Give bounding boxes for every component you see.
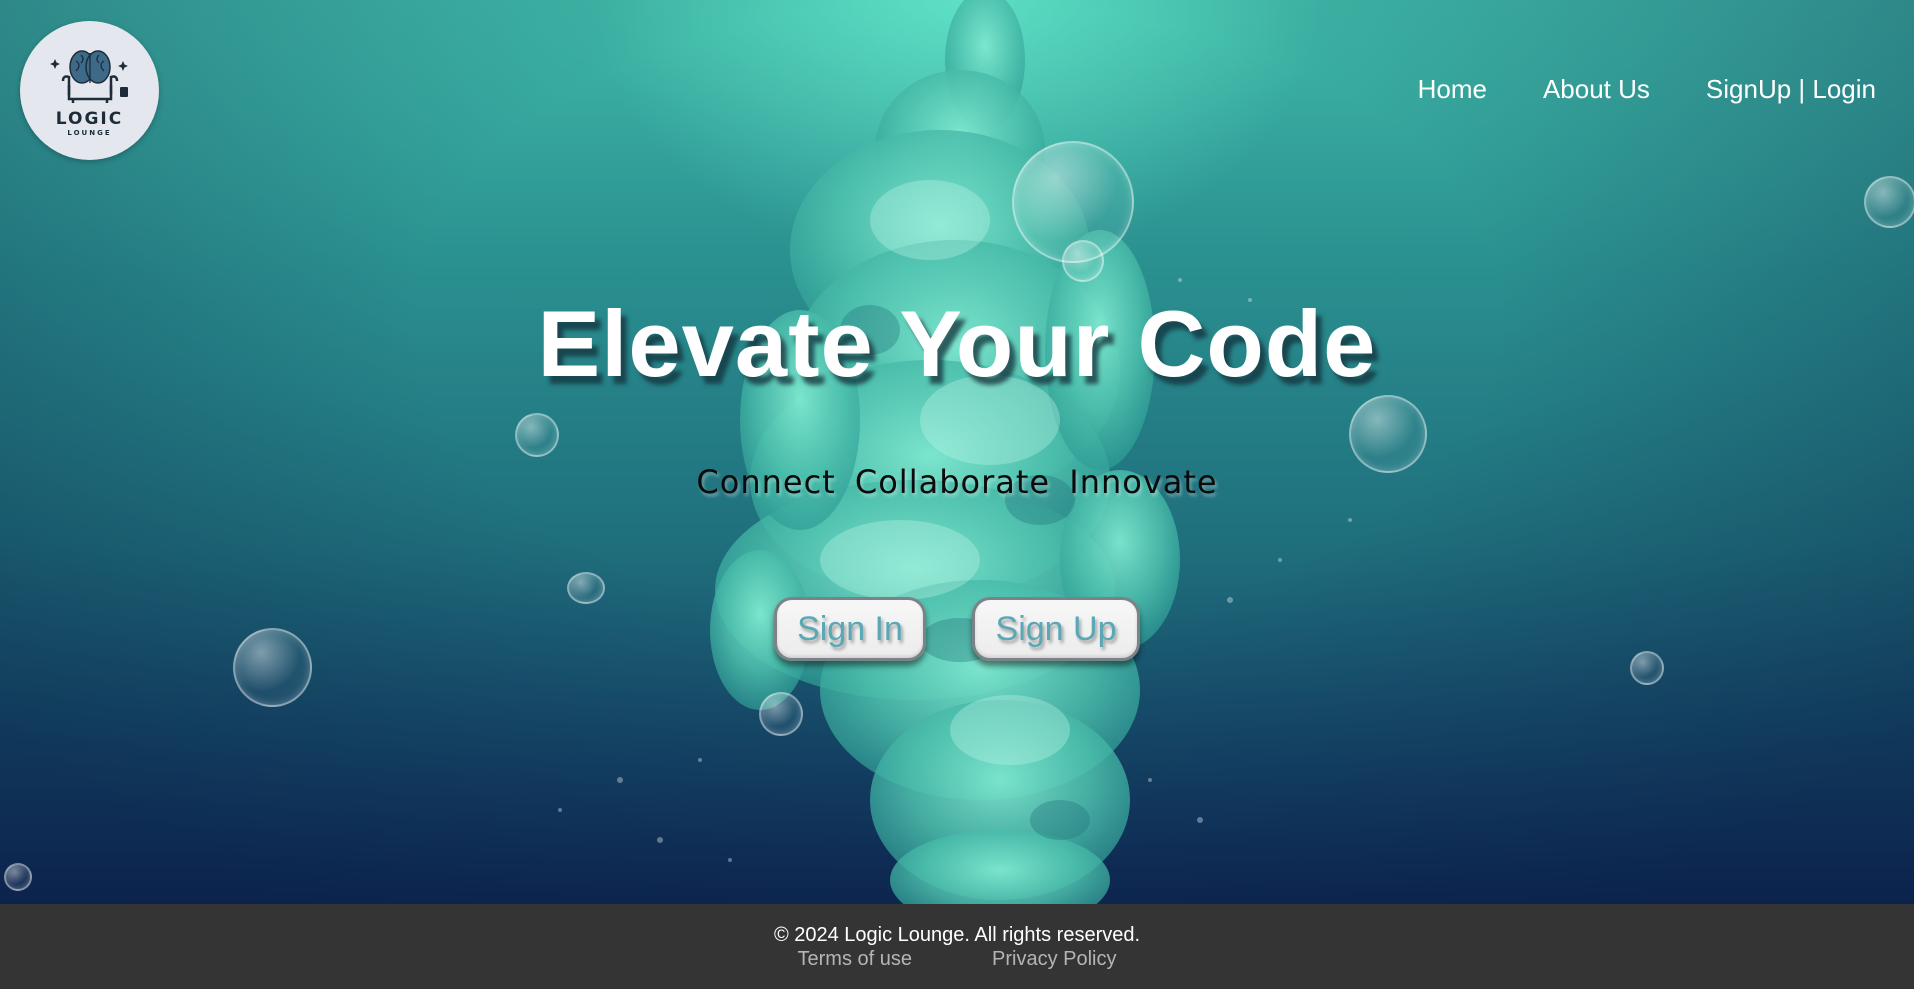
sign-up-button[interactable]: Sign Up (972, 597, 1140, 661)
bubble-decoration (1349, 395, 1427, 473)
bubble-decoration (4, 863, 32, 891)
sign-in-button[interactable]: Sign In (774, 597, 926, 661)
footer-links: Terms of use Privacy Policy (0, 948, 1914, 971)
hero-tagline: Connect Collaborate Innovate (696, 463, 1218, 501)
hero-headline: Elevate Your Code (537, 291, 1377, 396)
ink-cloud-image (558, 0, 1352, 904)
cta-buttons: Sign In Sign Up (0, 597, 1914, 661)
bubble-decoration (1864, 176, 1914, 228)
bubble-decoration (1062, 240, 1104, 282)
top-nav: Home About Us SignUp | Login (1418, 74, 1876, 105)
copyright-text: © 2024 Logic Lounge. All rights reserved… (773, 924, 1141, 946)
nav-home-link[interactable]: Home (1418, 74, 1487, 105)
nav-about-link[interactable]: About Us (1543, 74, 1650, 105)
bubble-decoration (759, 692, 803, 736)
brain-sofa-icon (49, 49, 128, 103)
hero-section: LOGIC LOUNGE Home About Us SignUp | Logi… (0, 0, 1914, 904)
landing-page: LOGIC LOUNGE Home About Us SignUp | Logi… (0, 0, 1914, 989)
footer: © 2024 Logic Lounge. All rights reserved… (0, 904, 1914, 989)
logo-subtitle: LOUNGE (67, 128, 112, 137)
logo[interactable]: LOGIC LOUNGE (20, 21, 159, 160)
nav-signup-login-link[interactable]: SignUp | Login (1706, 74, 1876, 105)
privacy-policy-link[interactable]: Privacy Policy (992, 948, 1116, 971)
terms-of-use-link[interactable]: Terms of use (798, 948, 912, 971)
bubble-decoration (515, 413, 559, 457)
logo-wordmark: LOGIC (55, 108, 124, 129)
